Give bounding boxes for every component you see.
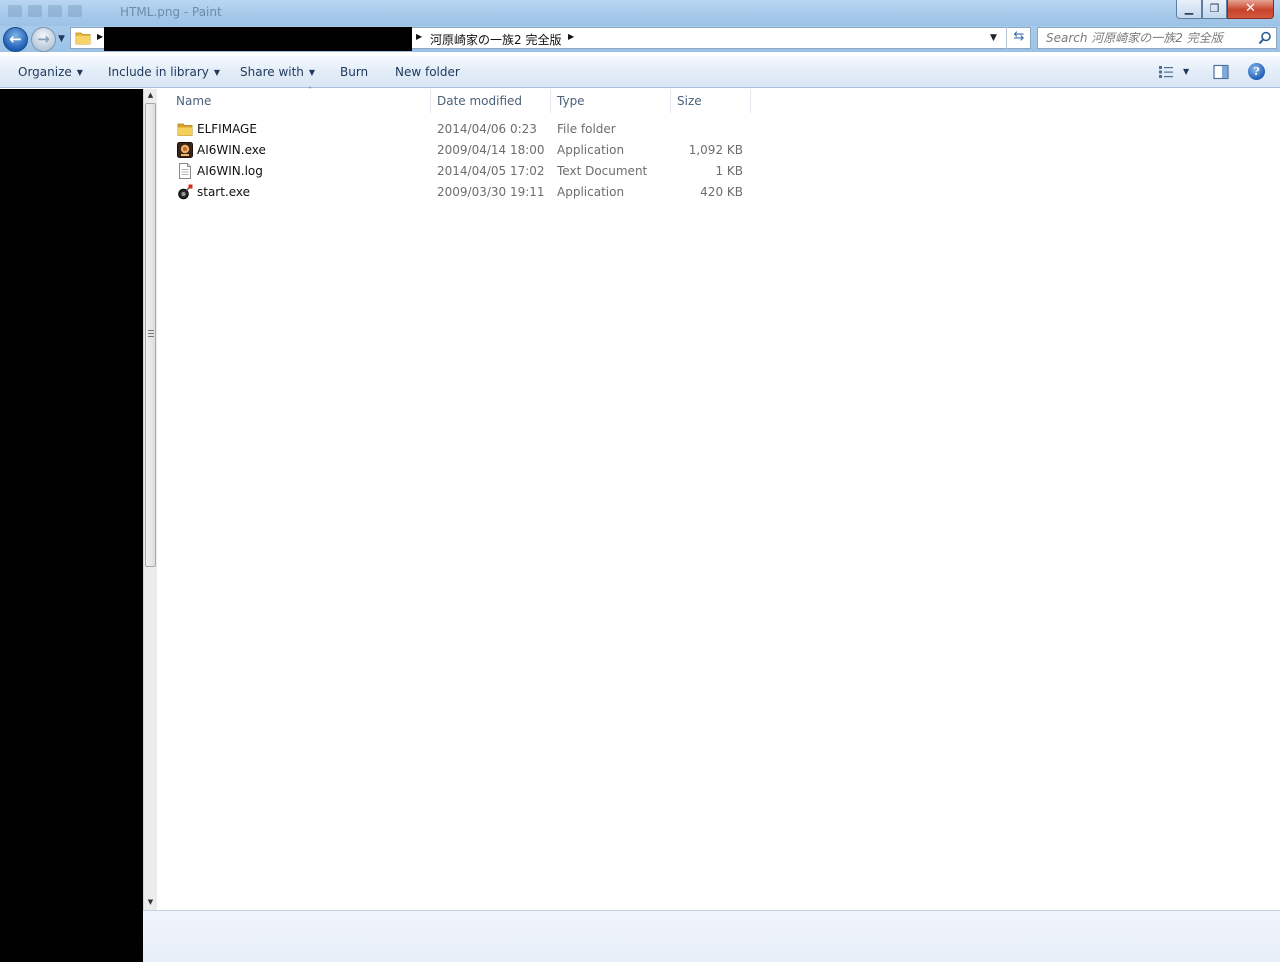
file-name: AI6WIN.exe <box>197 143 266 157</box>
search-icon[interactable] <box>1258 31 1272 45</box>
file-type: Application <box>557 143 625 157</box>
chevron-down-icon: ▼ <box>213 68 221 77</box>
file-type: Application <box>557 185 625 199</box>
file-type: File folder <box>557 122 616 136</box>
navigation-bar: ← → ▼ ▶ ▶ 河原崎家の一族2 完全版 ▶ ▼ ⇆ <box>0 26 1280 52</box>
view-options-dropdown[interactable]: ▼ <box>1183 67 1189 76</box>
share-with-button[interactable]: Share with ▼ <box>240 65 315 79</box>
search-box[interactable] <box>1037 27 1277 49</box>
folder-icon <box>177 123 193 136</box>
breadcrumb-separator[interactable]: ▶ <box>97 32 103 41</box>
change-view-icon[interactable] <box>1158 65 1174 79</box>
file-size: 420 KB <box>700 185 743 199</box>
file-name: start.exe <box>197 185 251 199</box>
file-row[interactable]: start.exe 2009/03/30 19:11 Application 4… <box>170 182 750 203</box>
scrollbar-thumb[interactable] <box>145 103 156 567</box>
file-list: Name ˄ Date modified Type Size ELFIMAGE … <box>158 86 1280 910</box>
recent-pages-dropdown[interactable]: ▼ <box>58 34 65 44</box>
include-in-library-button[interactable]: Include in library ▼ <box>108 65 220 79</box>
scroll-down-icon[interactable]: ▼ <box>144 898 157 906</box>
column-header-name[interactable]: Name ˄ <box>170 86 431 113</box>
forward-button[interactable]: → <box>31 27 56 52</box>
back-button[interactable]: ← <box>3 27 28 52</box>
file-row[interactable]: AI6WIN.log 2014/04/05 17:02 Text Documen… <box>170 161 750 182</box>
organize-button[interactable]: Organize ▼ <box>18 65 83 79</box>
close-button[interactable]: ✕ <box>1227 0 1274 19</box>
file-date: 2009/04/14 18:00 <box>437 143 545 157</box>
file-row[interactable]: AI6WIN.exe 2009/04/14 18:00 Application … <box>170 140 750 161</box>
window-title: HTML.png - Paint <box>120 5 222 19</box>
address-bar[interactable]: ▶ ▶ 河原崎家の一族2 完全版 ▶ ▼ ⇆ <box>70 27 1031 51</box>
scroll-up-icon[interactable]: ▲ <box>144 91 157 99</box>
breadcrumb-separator[interactable]: ▶ <box>416 32 422 41</box>
breadcrumb-separator[interactable]: ▶ <box>568 32 574 41</box>
address-history-dropdown[interactable]: ▼ <box>990 33 997 43</box>
refresh-button[interactable]: ⇆ <box>1006 27 1031 49</box>
chevron-down-icon: ▼ <box>76 68 83 77</box>
column-header-date-modified[interactable]: Date modified <box>431 89 551 113</box>
quick-access-toolbar <box>8 5 98 19</box>
file-type: Text Document <box>557 164 648 178</box>
file-size: 1,092 KB <box>688 143 743 157</box>
column-header-type[interactable]: Type <box>551 89 671 113</box>
new-folder-button[interactable]: New folder <box>395 65 460 79</box>
file-row[interactable]: ELFIMAGE 2014/04/06 0:23 File folder <box>170 119 750 140</box>
details-pane <box>143 910 1280 962</box>
file-date: 2009/03/30 19:11 <box>437 185 545 199</box>
grip-icon <box>148 330 154 337</box>
file-name: ELFIMAGE <box>197 122 257 136</box>
refresh-icon: ⇆ <box>1013 29 1025 44</box>
file-name: AI6WIN.log <box>197 164 263 178</box>
folder-icon <box>75 32 91 45</box>
maximize-button[interactable]: ❐ <box>1202 0 1227 19</box>
redacted-path <box>104 27 412 51</box>
search-input[interactable] <box>1038 28 1252 48</box>
burn-button[interactable]: Burn <box>340 65 368 79</box>
navigation-pane-scrollbar[interactable]: ▲ ▼ <box>143 89 157 910</box>
minimize-button[interactable]: ▁ <box>1176 0 1202 19</box>
sort-ascending-icon: ˄ <box>308 86 312 95</box>
help-icon[interactable]: ? <box>1248 63 1265 80</box>
file-date: 2014/04/06 0:23 <box>437 122 537 136</box>
navigation-pane-redacted <box>0 89 143 962</box>
chevron-down-icon: ▼ <box>308 68 316 77</box>
back-arrow-icon: ← <box>9 30 22 48</box>
title-bar: HTML.png - Paint ▁ ❐ ✕ <box>0 0 1280 26</box>
breadcrumb-current-folder[interactable]: 河原崎家の一族2 完全版 <box>430 31 561 48</box>
command-bar: Organize ▼ Include in library ▼ Share with… <box>0 56 1280 88</box>
text-document-icon <box>179 163 191 179</box>
file-size: 1 KB <box>715 164 743 178</box>
preview-pane-icon[interactable] <box>1213 64 1229 80</box>
forward-arrow-icon: → <box>37 30 50 48</box>
start-app-icon <box>178 184 193 200</box>
column-header-size[interactable]: Size <box>671 89 751 113</box>
file-date: 2014/04/05 17:02 <box>437 164 545 178</box>
ai6win-app-icon <box>177 142 193 158</box>
